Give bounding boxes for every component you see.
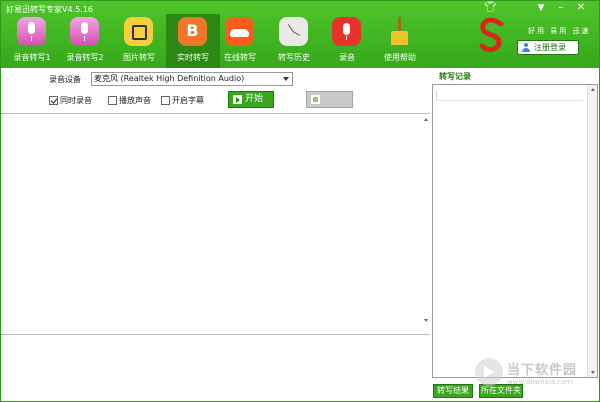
scroll-up-icon[interactable] — [591, 88, 595, 91]
microphone-pink-icon — [17, 17, 46, 46]
records-label: 转写记录 — [439, 72, 471, 81]
register-login-label: 注册登录 — [534, 43, 566, 52]
checkbox-box[interactable] — [108, 96, 117, 105]
play-icon — [233, 95, 242, 104]
watermark-text: 当下软件园 — [507, 363, 578, 378]
scroll-up-icon[interactable] — [424, 118, 428, 121]
transcribe-result-button[interactable]: 转写结果 — [433, 384, 473, 398]
tool-help[interactable]: 使用帮助 — [373, 14, 427, 68]
watermark-play-icon — [475, 358, 503, 386]
device-select-value: 麦克风 (Realtek High Definition Audio) — [94, 74, 245, 83]
tool-label: 图片转写 — [123, 53, 155, 62]
register-login-button[interactable]: 注册登录 — [517, 40, 579, 55]
tool-audio-transcribe-2[interactable]: 录音转写2 — [58, 14, 112, 68]
secondary-text-area[interactable] — [1, 337, 430, 401]
checkbox-box[interactable] — [49, 96, 58, 105]
records-list[interactable] — [432, 84, 598, 378]
transcript-area[interactable] — [1, 113, 430, 335]
device-label: 录音设备 — [49, 75, 81, 84]
tool-record[interactable]: 录音 — [320, 14, 374, 68]
stop-icon — [311, 95, 320, 104]
tool-realtime-transcribe[interactable]: 实时转写 — [166, 14, 220, 68]
watermark-url: www.downxia.com — [507, 378, 573, 386]
start-button-label: 开始 — [245, 94, 264, 104]
blogger-icon — [178, 17, 207, 46]
brand-logo — [479, 17, 504, 52]
tool-label: 转写历史 — [278, 53, 310, 62]
menu-icon[interactable]: ▼ — [535, 3, 547, 13]
checkbox-record-simultaneously[interactable]: 同时录音 — [49, 96, 92, 106]
tool-label: 使用帮助 — [384, 53, 416, 62]
clock-icon — [279, 17, 308, 46]
tool-image-transcribe[interactable]: 图片转写 — [112, 14, 166, 68]
skin-icon[interactable]: 👕︎ — [484, 3, 497, 13]
cloud-icon — [225, 17, 254, 46]
checkbox-label: 同时录音 — [60, 96, 92, 105]
records-scrollbar[interactable] — [587, 85, 597, 377]
app-window: 好易迅转写专家V4.5.16 👕︎ ▼ – ✕ 录音转写1 录音转写2 图片转写… — [0, 0, 600, 402]
tool-transcribe-history[interactable]: 转写历史 — [267, 14, 321, 68]
minimize-icon[interactable]: – — [555, 3, 567, 13]
brand-slogan: 好用 易用 迅速 — [528, 27, 591, 35]
microphone-pink-icon — [70, 17, 99, 46]
broom-icon — [385, 17, 414, 46]
tool-label: 在线转写 — [224, 53, 256, 62]
tool-audio-transcribe-1[interactable]: 录音转写1 — [5, 14, 59, 68]
checkbox-box[interactable] — [161, 96, 170, 105]
checkbox-label: 开启字幕 — [172, 96, 204, 105]
checkbox-play-sound[interactable]: 播放声音 — [108, 96, 151, 106]
checkbox-label: 播放声音 — [119, 96, 151, 105]
tool-online-transcribe[interactable]: 在线转写 — [213, 14, 267, 68]
header-bar: 好易迅转写专家V4.5.16 👕︎ ▼ – ✕ 录音转写1 录音转写2 图片转写… — [1, 1, 599, 68]
records-list-header — [436, 91, 583, 101]
tool-label: 实时转写 — [177, 53, 209, 62]
tool-label: 录音转写1 — [13, 53, 51, 62]
watermark: 当下软件园 www.downxia.com — [475, 357, 593, 397]
stop-button[interactable] — [306, 91, 353, 108]
device-select[interactable]: 麦克风 (Realtek High Definition Audio) — [91, 72, 293, 86]
chevron-down-icon — [283, 77, 289, 81]
start-button[interactable]: 开始 — [228, 91, 274, 108]
record-mic-icon — [332, 17, 361, 46]
checkbox-enable-subtitles[interactable]: 开启字幕 — [161, 96, 204, 106]
user-icon — [522, 43, 530, 52]
image-icon — [124, 17, 153, 46]
tool-label: 录音 — [339, 53, 355, 62]
scroll-down-icon[interactable] — [424, 319, 428, 322]
tool-label: 录音转写2 — [66, 53, 104, 62]
close-icon[interactable]: ✕ — [575, 3, 587, 13]
